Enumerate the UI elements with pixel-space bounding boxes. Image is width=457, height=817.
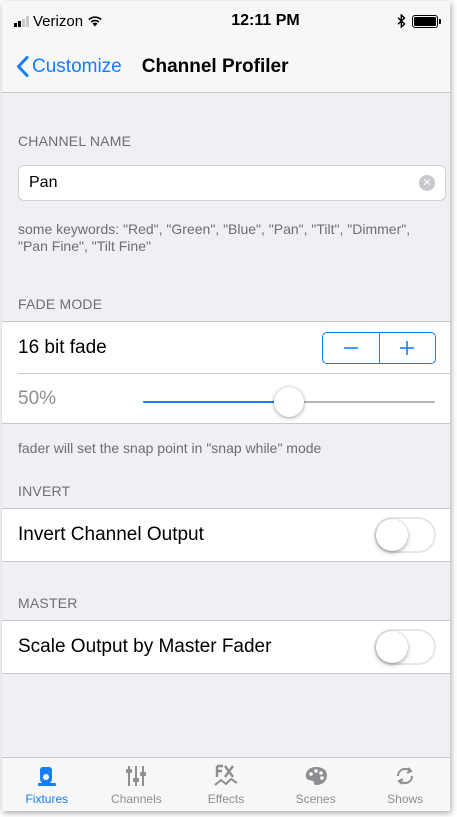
stepper-increment-button[interactable] xyxy=(378,332,436,363)
fade-mode-label: 16 bit fade xyxy=(18,336,107,358)
master-row: Scale Output by Master Fader xyxy=(2,621,450,673)
bluetooth-icon xyxy=(397,14,406,28)
back-button[interactable]: Customize xyxy=(2,56,122,78)
tab-label: Effects xyxy=(207,792,245,806)
battery-icon xyxy=(412,14,441,28)
invert-header: INVERT xyxy=(18,483,71,499)
palette-icon xyxy=(305,767,327,785)
toggle-knob xyxy=(376,631,408,663)
snap-slider-fill xyxy=(143,401,289,403)
tab-label: Shows xyxy=(387,792,424,806)
row-divider xyxy=(18,373,450,374)
sliders-icon xyxy=(126,766,147,786)
channel-name-hint: some keywords: "Red", "Green", "Blue", "… xyxy=(18,221,411,254)
tab-label: Channels xyxy=(111,792,162,806)
carrier-group: Verizon xyxy=(14,13,164,30)
clear-text-icon[interactable]: ✕ xyxy=(419,175,435,191)
fade-mode-group: 16 bit fade 50% xyxy=(2,321,450,424)
carrier-label: Verizon xyxy=(33,12,84,30)
stepper-decrement-button[interactable] xyxy=(323,333,379,363)
signal-icon xyxy=(14,15,29,27)
plus-icon xyxy=(400,340,415,355)
chevron-left-icon xyxy=(17,56,29,77)
tab-scenes[interactable]: Scenes xyxy=(271,758,361,811)
fade-mode-header: FADE MODE xyxy=(18,296,103,312)
invert-group: Invert Channel Output xyxy=(2,508,450,562)
status-time: 12:11 PM xyxy=(231,12,300,29)
back-button-label: Customize xyxy=(32,55,122,77)
tab-bar: Fixtures Channels Effects Scenes Shows xyxy=(2,757,450,811)
toggle-knob xyxy=(376,519,408,551)
fx-icon xyxy=(214,764,238,786)
tab-shows[interactable]: Shows xyxy=(360,758,450,811)
channel-name-header: CHANNEL NAME xyxy=(18,133,132,149)
fade-mode-row: 16 bit fade xyxy=(2,322,450,373)
tab-fixtures[interactable]: Fixtures xyxy=(2,758,92,811)
invert-toggle[interactable] xyxy=(374,517,436,553)
channel-name-field[interactable]: ✕ xyxy=(18,165,446,201)
snap-slider-thumb[interactable] xyxy=(274,387,304,417)
navigation-bar: Customize Channel Profiler xyxy=(2,41,450,93)
fade-mode-stepper[interactable] xyxy=(322,331,436,364)
refresh-icon xyxy=(397,767,414,785)
wifi-icon xyxy=(88,16,102,27)
master-label: Scale Output by Master Fader xyxy=(18,636,272,657)
tab-label: Scenes xyxy=(295,792,336,806)
status-right-group xyxy=(397,14,441,28)
channel-name-input[interactable] xyxy=(29,174,419,192)
page-title: Channel Profiler xyxy=(141,55,289,77)
master-group: Scale Output by Master Fader xyxy=(2,620,450,674)
slider-value-label: 50% xyxy=(18,388,57,409)
fixture-icon xyxy=(37,767,56,786)
invert-label: Invert Channel Output xyxy=(18,524,204,545)
master-toggle[interactable] xyxy=(374,629,436,665)
invert-row: Invert Channel Output xyxy=(2,509,450,561)
fade-mode-footer: fader will set the snap point in "snap w… xyxy=(18,440,322,456)
tab-channels[interactable]: Channels xyxy=(92,758,182,811)
tab-label: Fixtures xyxy=(25,792,69,806)
tab-effects[interactable]: Effects xyxy=(181,758,271,811)
minus-icon xyxy=(343,346,358,349)
master-header: MASTER xyxy=(18,595,78,611)
status-bar: Verizon 12:11 PM xyxy=(2,1,450,41)
phone-screen: Verizon 12:11 PM Customize Channel Profi… xyxy=(2,1,450,811)
